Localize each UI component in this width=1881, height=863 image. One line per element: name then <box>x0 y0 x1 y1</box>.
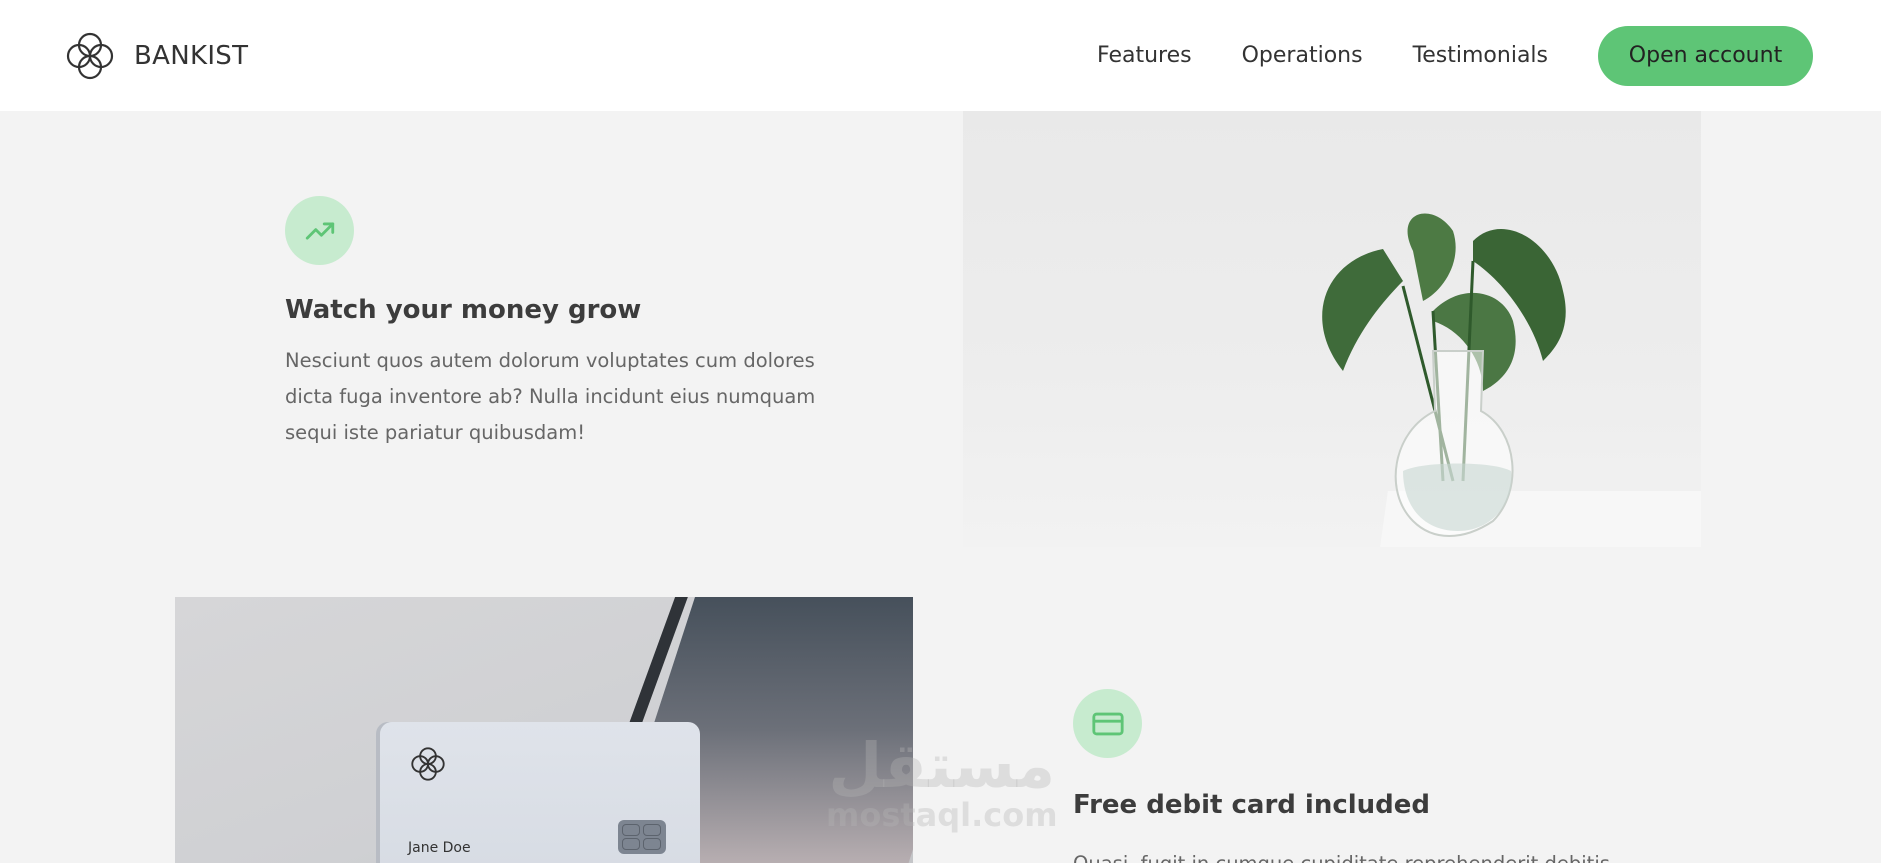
bankist-logo-icon <box>66 32 114 79</box>
debit-card-image: Jane Doe <box>175 597 913 863</box>
card-holder-name: Jane Doe <box>408 840 471 856</box>
nav-link-operations[interactable]: Operations <box>1242 43 1363 68</box>
feature-free-debit-card: Free debit card included Quasi, fugit in… <box>1073 689 1633 863</box>
nav-link-features[interactable]: Features <box>1097 43 1192 68</box>
trending-up-icon <box>305 222 334 239</box>
feature-description: Nesciunt quos autem dolorum voluptates c… <box>285 349 816 444</box>
nav-links: Features Operations Testimonials Open ac… <box>1097 25 1813 86</box>
feature-title: Watch your money grow <box>285 295 642 325</box>
plant-image <box>963 111 1701 547</box>
plant-in-vase-illustration <box>1322 213 1566 537</box>
feature-description: Quasi, fugit in cumque cupiditate repreh… <box>1073 846 1633 863</box>
feature-title: Free debit card included <box>1073 790 1431 820</box>
card-chip-icon <box>618 820 666 854</box>
nav-link-testimonials[interactable]: Testimonials <box>1413 43 1548 68</box>
top-navigation: BANKIST Features Operations Testimonials… <box>0 0 1881 111</box>
watermark-latin: mostaql.com <box>826 796 1058 834</box>
card-logo-icon <box>411 747 445 781</box>
credit-card-icon <box>1091 712 1124 735</box>
brand-logo[interactable]: BANKIST <box>62 28 248 84</box>
debit-card: Jane Doe <box>380 722 700 863</box>
watermark: مستقل mostaql.com <box>826 729 1058 834</box>
watermark-arabic: مستقل <box>828 729 1056 802</box>
brand-name: BANKIST <box>134 40 249 71</box>
feature-icon-circle <box>1073 689 1142 758</box>
feature-icon-circle <box>285 196 354 265</box>
feature-watch-money-grow: Watch your money grow Nesciunt quos aute… <box>285 196 825 451</box>
open-account-button[interactable]: Open account <box>1598 25 1813 86</box>
